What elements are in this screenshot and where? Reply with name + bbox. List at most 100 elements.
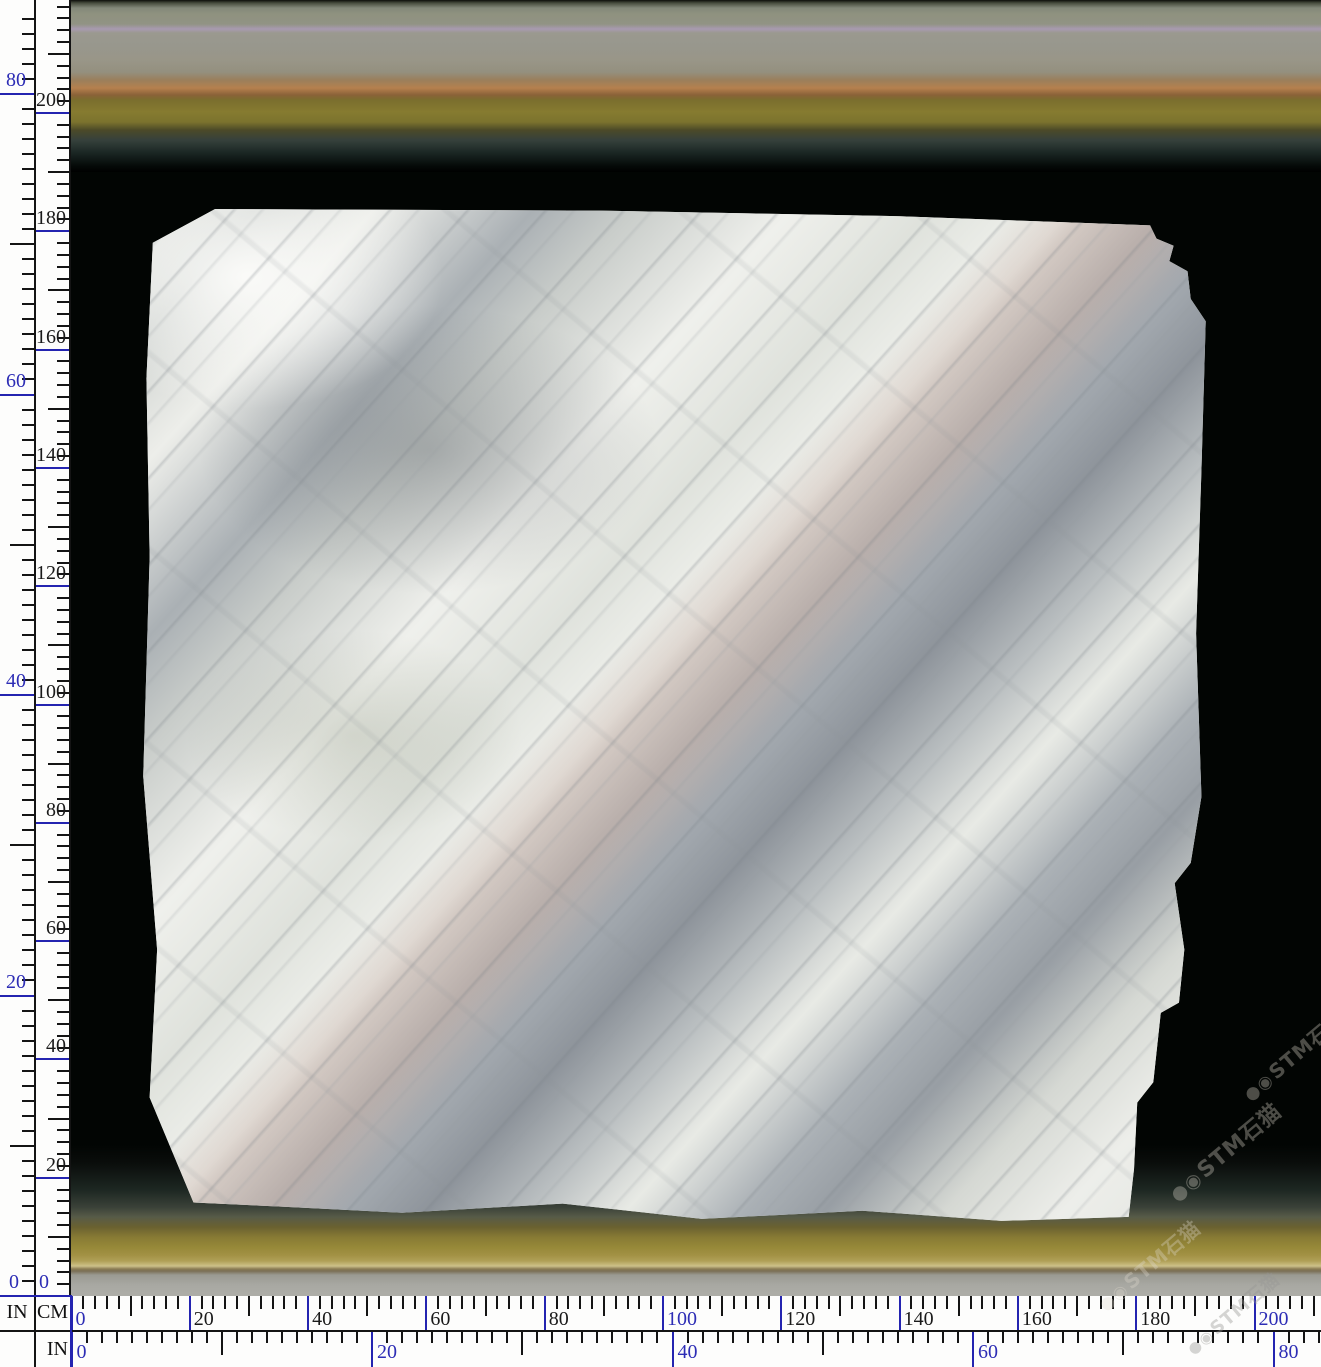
cm-tick [57,136,69,138]
cm-major-line [36,1058,69,1060]
inch-major-line [0,93,34,95]
cm-tick [57,17,69,19]
cm-tick [57,183,69,185]
inch-tick [22,108,34,110]
inch-tick [22,439,34,441]
ruler-number: 20 [36,1154,66,1176]
inch-tick [22,1115,34,1117]
ruler-number: 0 [2,1271,26,1293]
cm-tick [57,751,69,753]
inch-tick [22,724,34,726]
inch-tick [22,829,34,831]
cm-tick [57,845,69,847]
inch-tick [22,814,34,816]
cm-tick [851,1296,853,1309]
scan-smear-top-band [71,0,1321,172]
inch-tick [22,1235,34,1237]
cm-tick [1123,1296,1125,1309]
cm-tick [57,1106,69,1108]
ruler-number: 40 [678,1341,698,1363]
cm-major-line [1135,1296,1137,1330]
cm-tick [57,41,69,43]
cm-tick [57,550,69,552]
inch-tick [1122,1330,1124,1355]
inch-tick [22,258,34,260]
inch-tick [22,559,34,561]
cm-tick [733,1296,735,1309]
cm-tick [745,1296,747,1309]
cm-tick [57,254,69,256]
inch-tick [22,1220,34,1222]
cm-tick [57,195,69,197]
cm-major-line [36,349,69,351]
ruler-number: 80 [36,799,66,821]
cm-tick [57,597,69,599]
inch-tick [22,649,34,651]
inch-tick [22,1085,34,1087]
cm-tick [57,384,69,386]
ruler-number: 140 [36,444,66,466]
cm-tick [57,147,69,149]
inch-tick [10,844,34,846]
ruler-number: 80 [549,1308,569,1330]
cm-tick [1183,1296,1185,1309]
cm-tick [603,1296,605,1316]
cm-tick [970,1296,972,1309]
cm-tick [709,1296,711,1309]
cm-tick [57,987,69,989]
cm-major-line [1017,1296,1019,1330]
inch-tick [22,664,34,666]
cm-tick [57,1094,69,1096]
cm-tick [57,124,69,126]
cm-tick [1194,1296,1196,1316]
cm-tick [57,905,69,907]
inch-tick [22,168,34,170]
ruler-number: 180 [36,207,66,229]
inch-tick [22,409,34,411]
inch-tick [22,1160,34,1162]
cm-tick [1206,1296,1208,1309]
cm-major-line [425,1296,427,1330]
cm-tick [887,1296,889,1309]
cm-tick [224,1296,226,1309]
cm-major-line [544,1296,546,1330]
inch-tick [22,273,34,275]
cm-tick [57,1011,69,1013]
ruler-number: 0 [36,1271,52,1293]
cm-tick [48,763,69,765]
cm-tick [57,1070,69,1072]
cm-tick [57,609,69,611]
ruler-number: 200 [36,89,66,111]
inch-tick [22,183,34,185]
inch-major-line [672,1330,674,1367]
cm-tick [57,514,69,516]
cm-major-line [307,1296,309,1330]
inch-tick [22,739,34,741]
marble-slab [140,205,1210,1225]
ruler-number: 160 [36,326,66,348]
cm-tick [591,1296,593,1309]
cm-tick [57,774,69,776]
cm-tick [508,1296,510,1309]
inch-major-line [0,394,34,396]
ruler-number: 60 [978,1341,998,1363]
inch-tick [22,484,34,486]
inch-tick [22,1265,34,1267]
cm-tick [57,360,69,362]
cm-tick [414,1296,416,1309]
inch-tick [22,1130,34,1132]
cm-tick [981,1296,983,1309]
ruler-number: 80 [2,69,30,91]
inch-tick [22,499,34,501]
cm-tick [993,1296,995,1309]
ruler-number: 100 [667,1308,697,1330]
cm-tick [57,29,69,31]
cm-tick [1242,1296,1244,1309]
cm-tick [57,739,69,741]
corner-blue-line [0,1295,71,1297]
cm-tick [48,53,69,55]
cm-tick [48,408,69,410]
cm-tick [94,1296,96,1309]
cm-tick [520,1296,522,1309]
cm-tick [48,289,69,291]
